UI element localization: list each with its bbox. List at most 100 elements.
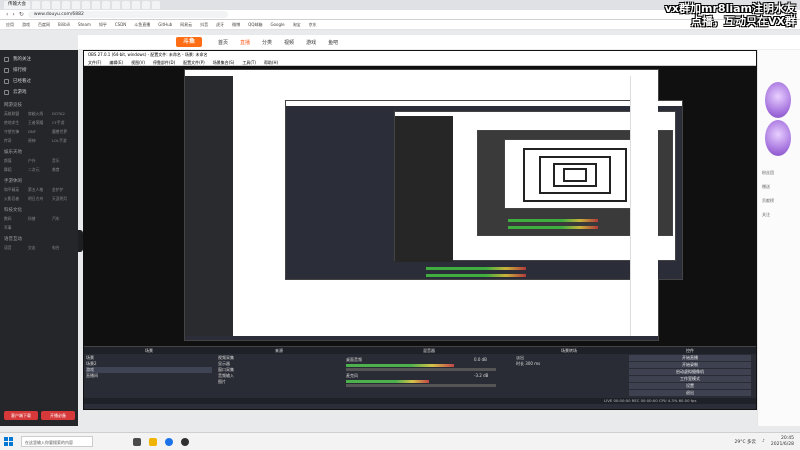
- obs-control-button[interactable]: 启动虚拟摄像机: [629, 369, 751, 375]
- sidebar-category[interactable]: 王者荣耀: [28, 119, 50, 127]
- scene-list[interactable]: 场景 场景2 游戏 直播间: [86, 355, 212, 379]
- sidebar-category[interactable]: 守望先锋: [4, 128, 26, 136]
- scene-item[interactable]: 直播间: [86, 373, 212, 379]
- sidebar-category[interactable]: 火影忍者: [4, 195, 26, 203]
- sidebar-item[interactable]: 云游戏: [4, 87, 74, 98]
- mixer-volume-slider[interactable]: [346, 384, 496, 387]
- sidebar-category[interactable]: 交友: [28, 244, 50, 252]
- obs-control-button[interactable]: 工作室模式: [629, 376, 751, 382]
- mixer-volume-slider[interactable]: [346, 368, 496, 371]
- source-item[interactable]: 图片: [218, 379, 338, 385]
- sidebar-category[interactable]: 金铲铲: [52, 186, 74, 194]
- obs-menu-item[interactable]: 工具(T): [242, 59, 256, 65]
- browser-tab[interactable]: [42, 1, 50, 9]
- sidebar-category[interactable]: 英雄联盟: [4, 110, 26, 118]
- sidebar-category[interactable]: 汽车: [52, 215, 74, 223]
- obs-control-button[interactable]: 开始直播: [629, 355, 751, 361]
- browser-tab[interactable]: [102, 1, 110, 9]
- bookmark-item[interactable]: 网易云: [180, 22, 192, 28]
- gift-mascot[interactable]: [765, 120, 791, 156]
- bookmark-item[interactable]: 虎牙: [216, 22, 224, 28]
- browser-tab[interactable]: [122, 1, 130, 9]
- site-nav-item[interactable]: 首页: [218, 39, 228, 46]
- site-nav-item[interactable]: 直播: [240, 39, 250, 46]
- bookmark-item[interactable]: 淘宝: [293, 22, 301, 28]
- browser-tab[interactable]: [132, 1, 140, 9]
- obs-menu-item[interactable]: 停靠部件(D): [153, 59, 175, 65]
- sidebar-category[interactable]: 第五人格: [28, 186, 50, 194]
- chrome-icon[interactable]: [165, 437, 173, 446]
- sidebar-category[interactable]: 传奇: [4, 137, 26, 145]
- sidebar-category[interactable]: CF手游: [52, 119, 74, 127]
- sidebar-category[interactable]: 电台: [52, 244, 74, 252]
- sidebar-category[interactable]: 舞蹈: [4, 166, 26, 174]
- sidebar-item[interactable]: 排行榜: [4, 65, 74, 76]
- sidebar-category[interactable]: 绝地求生: [4, 119, 26, 127]
- douyu-logo[interactable]: 斗鱼: [176, 37, 202, 47]
- bookmark-item[interactable]: CSDN: [115, 22, 126, 27]
- sidebar-category[interactable]: 科普: [28, 215, 50, 223]
- bookmark-item[interactable]: 游戏: [22, 22, 30, 28]
- sidebar-category[interactable]: 数码: [4, 215, 26, 223]
- obs-menu-item[interactable]: 场景集合(S): [213, 59, 235, 65]
- source-list[interactable]: 视频采集 显示器 窗口采集 音频输入 图片: [218, 355, 338, 385]
- bookmark-item[interactable]: 抖音: [200, 22, 208, 28]
- obs-control-button[interactable]: 设置: [629, 383, 751, 389]
- bookmark-item[interactable]: 微博: [232, 22, 240, 28]
- browser-tab[interactable]: [72, 1, 80, 9]
- browser-tab[interactable]: [62, 1, 70, 9]
- windows-start-icon[interactable]: [4, 437, 13, 446]
- url-input[interactable]: www.douyu.com/6882: [27, 11, 228, 18]
- obs-menu-item[interactable]: 配置文件(P): [183, 59, 205, 65]
- browser-tab[interactable]: [32, 1, 40, 9]
- browser-tab[interactable]: 传输大会: [4, 1, 30, 9]
- sidebar-category[interactable]: 明日方舟: [28, 195, 50, 203]
- site-nav-item[interactable]: 游戏: [306, 39, 316, 46]
- browser-tab[interactable]: [112, 1, 120, 9]
- task-view-icon[interactable]: [133, 437, 141, 446]
- sidebar-category[interactable]: 美食: [52, 166, 74, 174]
- bookmark-item[interactable]: GitHub: [158, 22, 172, 27]
- sidebar-category[interactable]: 语音: [4, 244, 26, 252]
- site-nav-item[interactable]: 鱼吧: [328, 39, 338, 46]
- bookmark-item[interactable]: Google: [270, 22, 284, 27]
- sidebar-category[interactable]: 穿越火线: [28, 110, 50, 118]
- bookmark-item[interactable]: 斗鱼直播: [134, 22, 150, 28]
- bookmark-item[interactable]: 应用: [6, 22, 14, 28]
- obs-menu-item[interactable]: 编辑(E): [109, 59, 123, 65]
- sidebar-category[interactable]: 二次元: [28, 166, 50, 174]
- sidebar-category[interactable]: DOTA2: [52, 110, 74, 118]
- forward-icon[interactable]: ›: [12, 11, 14, 18]
- transition-duration[interactable]: 时长 300 ms: [516, 361, 616, 367]
- sidebar-item[interactable]: 已经看过: [4, 76, 74, 87]
- clock[interactable]: 20:45 2021/6/28: [771, 436, 794, 448]
- obs-menu-item[interactable]: 文件(F): [88, 59, 101, 65]
- sidebar-action-button[interactable]: 开播必备: [41, 411, 75, 420]
- bookmark-item[interactable]: 百度网: [38, 22, 50, 28]
- sidebar-category[interactable]: DNF: [28, 128, 50, 136]
- sidebar-item[interactable]: 我的关注: [4, 54, 74, 65]
- mascot-avatar[interactable]: [765, 82, 791, 118]
- site-nav-item[interactable]: 视频: [284, 39, 294, 46]
- weather-text[interactable]: 29°C 多云: [734, 439, 756, 445]
- browser-tab[interactable]: [52, 1, 60, 9]
- bookmark-item[interactable]: 知乎: [99, 22, 107, 28]
- reload-icon[interactable]: ↻: [19, 11, 24, 18]
- taskbar-search-input[interactable]: 在这里输入你要搜索的内容: [21, 436, 93, 447]
- sidebar-category[interactable]: 户外: [28, 157, 50, 165]
- browser-tab[interactable]: [82, 1, 90, 9]
- back-icon[interactable]: ‹: [6, 11, 8, 18]
- site-nav-item[interactable]: 分类: [262, 39, 272, 46]
- file-explorer-icon[interactable]: [149, 437, 157, 446]
- bookmark-item[interactable]: Bilibili: [58, 22, 70, 27]
- bookmark-item[interactable]: 京东: [309, 22, 317, 28]
- bookmark-item[interactable]: QQ邮箱: [248, 22, 262, 28]
- sidebar-category[interactable]: 音乐: [52, 157, 74, 165]
- volume-icon[interactable]: ♪: [762, 439, 765, 444]
- obs-control-button[interactable]: 退出: [629, 390, 751, 396]
- browser-tab[interactable]: [152, 1, 160, 9]
- sidebar-category[interactable]: 军事: [4, 224, 26, 232]
- sidebar-action-button[interactable]: 客户端下载: [4, 411, 38, 420]
- sidebar-category[interactable]: 和平精英: [4, 186, 26, 194]
- sidebar-category[interactable]: 魔兽世界: [52, 128, 74, 136]
